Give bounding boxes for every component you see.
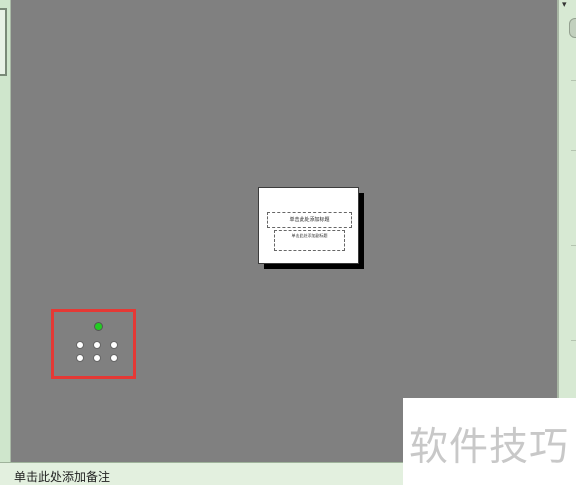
watermark: 软件技巧 [403, 398, 576, 485]
title-placeholder[interactable]: 单击此处添加标题 [267, 212, 352, 228]
task-pane-menu-icon[interactable]: ▾ [562, 0, 574, 10]
task-pane-divider [571, 150, 576, 151]
task-pane-divider [571, 245, 576, 246]
task-pane[interactable]: ▾ [557, 0, 576, 462]
resize-handle-bottom-left[interactable] [76, 354, 84, 362]
resize-handle-top-left[interactable] [76, 341, 84, 349]
resize-handle-bottom[interactable] [93, 354, 101, 362]
subtitle-placeholder[interactable]: 单击此处添加副标题 [274, 230, 345, 251]
task-pane-tab[interactable] [569, 18, 576, 38]
resize-handle-top[interactable] [93, 341, 101, 349]
selected-object-highlight [51, 309, 136, 379]
watermark-text: 软件技巧 [409, 425, 570, 470]
slide-thumbnail[interactable] [0, 8, 7, 76]
resize-handle-top-right[interactable] [110, 341, 118, 349]
slide-preview[interactable]: 单击此处添加标题 单击此处添加副标题 [258, 187, 359, 264]
notes-placeholder[interactable]: 单击此处添加备注 [14, 468, 110, 485]
slides-pane[interactable] [0, 0, 11, 462]
rotation-handle[interactable] [94, 322, 103, 331]
task-pane-divider [571, 80, 576, 81]
task-pane-divider [571, 340, 576, 341]
resize-handle-bottom-right[interactable] [110, 354, 118, 362]
